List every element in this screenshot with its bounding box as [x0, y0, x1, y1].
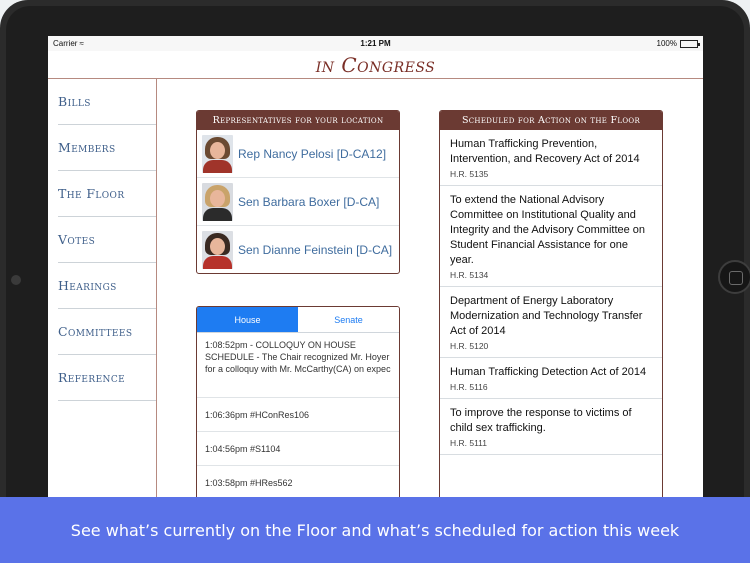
avatar [202, 231, 233, 269]
bill-title: Department of Energy Laboratory Moderniz… [450, 295, 643, 337]
caption-text: See what’s currently on the Floor and wh… [70, 520, 680, 540]
home-button[interactable] [718, 260, 750, 294]
rep-row-boxer[interactable]: Sen Barbara Boxer [D-CA] [197, 178, 399, 226]
list-item[interactable]: 1:03:58pm #HRes562 [197, 466, 399, 500]
sidebar-item-committees[interactable]: Committees [58, 309, 156, 355]
bill-number: H.R. 5111 [450, 438, 488, 448]
list-item[interactable]: 1:06:36pm #HConRes106 [197, 398, 399, 432]
bill-title: Human Trafficking Detection Act of 2014 [450, 366, 647, 378]
caption-banner: See what’s currently on the Floor and wh… [0, 497, 750, 563]
sidebar-item-label: Bills [58, 94, 91, 109]
bill-number: H.R. 5134 [450, 270, 489, 280]
rep-name-link[interactable]: Sen Dianne Feinstein [D-CA] [238, 243, 392, 257]
sidebar-item-label: Votes [58, 232, 96, 247]
rep-name-link[interactable]: Rep Nancy Pelosi [D-CA12] [238, 147, 386, 161]
bill-title: Human Trafficking Prevention, Interventi… [450, 138, 640, 165]
status-time: 1:21 PM [360, 39, 391, 48]
status-battery: 100% [656, 39, 700, 48]
battery-icon [680, 39, 700, 48]
rep-row-feinstein[interactable]: Sen Dianne Feinstein [D-CA] [197, 226, 399, 273]
bill-number: H.R. 5120 [450, 341, 489, 351]
avatar [202, 134, 233, 173]
bill-number: H.R. 5135 [450, 169, 489, 179]
chamber-segmented-control: House Senate [197, 307, 399, 333]
sidebar-item-label: Members [58, 140, 116, 155]
bill-row[interactable]: Human Trafficking Prevention, Interventi… [440, 130, 662, 186]
sidebar-item-label: Committees [58, 324, 133, 339]
sidebar-item-label: Reference [58, 370, 126, 385]
list-item[interactable]: 1:04:56pm #S1104 [197, 432, 399, 466]
rep-name-link[interactable]: Sen Barbara Boxer [D-CA] [238, 195, 379, 209]
camera-icon [11, 275, 21, 285]
ipad-frame: Carrier ≈ 1:21 PM 100% in Congress Bills … [0, 0, 750, 500]
tab-senate[interactable]: Senate [298, 307, 399, 332]
sidebar-item-members[interactable]: Members [58, 125, 156, 171]
bill-title: To extend the National Advisory Committe… [450, 194, 646, 266]
sidebar-item-bills[interactable]: Bills [58, 79, 156, 125]
sidebar-item-the-floor[interactable]: The Floor [58, 171, 156, 217]
floor-feed-panel: House Senate 1:08:52pm - COLLOQUY ON HOU… [196, 306, 400, 500]
representatives-header: Representatives for your location [197, 111, 399, 130]
tab-house[interactable]: House [197, 307, 298, 332]
title-bar: in Congress [48, 51, 703, 79]
sidebar-item-label: Hearings [58, 278, 117, 293]
list-item[interactable]: 1:08:52pm - COLLOQUY ON HOUSE SCHEDULE -… [197, 333, 399, 398]
sidebar: Bills Members The Floor Votes Hearings C… [48, 79, 157, 500]
status-bar: Carrier ≈ 1:21 PM 100% [48, 36, 703, 51]
bill-row[interactable]: Department of Energy Laboratory Moderniz… [440, 287, 662, 358]
sidebar-item-votes[interactable]: Votes [58, 217, 156, 263]
bill-row[interactable]: To improve the response to victims of ch… [440, 399, 662, 455]
bill-row[interactable]: Human Trafficking Detection Act of 2014 … [440, 358, 662, 399]
avatar [202, 182, 233, 221]
bill-number: H.R. 5116 [450, 382, 488, 392]
scheduled-header: Scheduled for Action on the Floor [440, 111, 662, 130]
rep-row-pelosi[interactable]: Rep Nancy Pelosi [D-CA12] [197, 130, 399, 178]
bill-title: To improve the response to victims of ch… [450, 407, 632, 434]
representatives-panel: Representatives for your location Rep Na… [196, 110, 400, 274]
app-screen: Carrier ≈ 1:21 PM 100% in Congress Bills … [48, 36, 703, 500]
sidebar-item-label: The Floor [58, 186, 125, 201]
app-title: in Congress [315, 53, 436, 77]
sidebar-item-hearings[interactable]: Hearings [58, 263, 156, 309]
battery-percent: 100% [656, 39, 677, 48]
scheduled-panel: Scheduled for Action on the Floor Human … [439, 110, 663, 500]
bill-row[interactable]: To extend the National Advisory Committe… [440, 186, 662, 287]
sidebar-item-reference[interactable]: Reference [58, 355, 156, 401]
